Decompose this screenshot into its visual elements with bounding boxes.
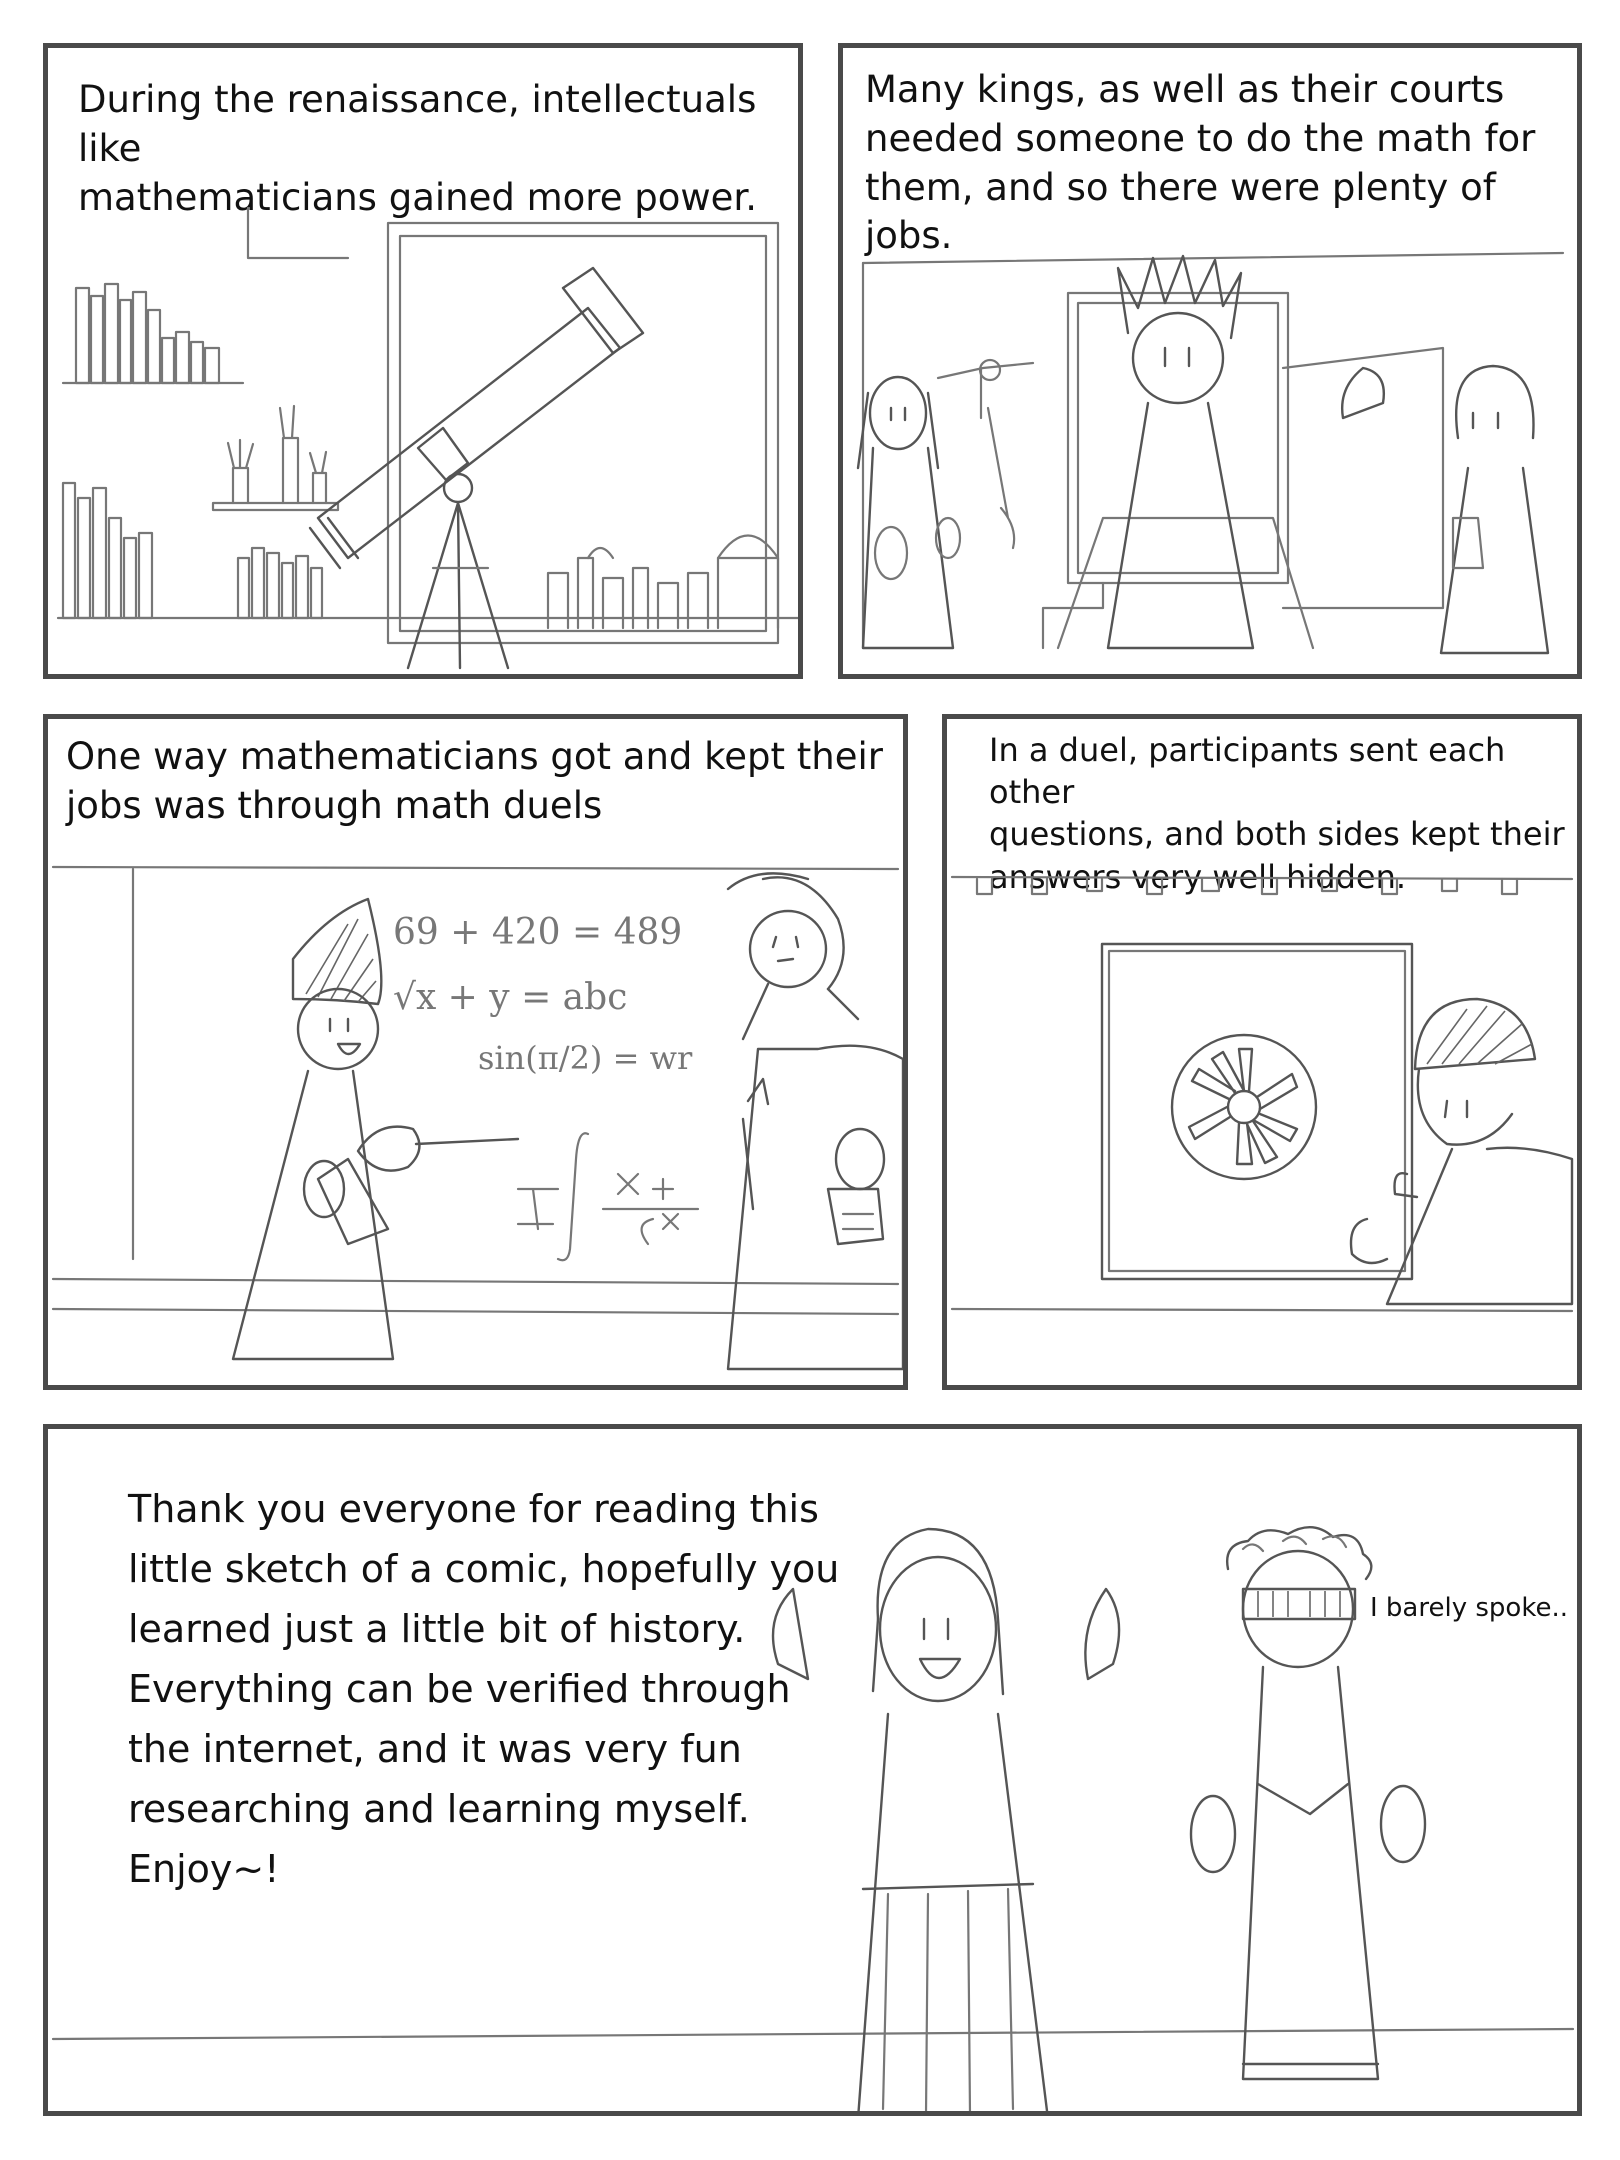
courtier-right — [1439, 364, 1550, 655]
quiet-figure — [1189, 1526, 1427, 2081]
blackboard-scene-sketch: 69 + 420 = 489 √x + y = abc sin(π/2) = w… — [51, 865, 903, 1371]
study-room-sketch — [56, 206, 798, 670]
author-figure — [771, 1527, 1121, 2111]
panel-kings-court: Many kings, as well as their courts need… — [838, 43, 1582, 679]
mathematician-left — [231, 897, 520, 1361]
author-characters-sketch — [51, 1526, 1575, 2111]
equation-2: √x + y = abc — [393, 977, 627, 1018]
books-top-icon — [74, 282, 221, 385]
courtier-left — [856, 375, 962, 650]
mathematician-right — [726, 872, 903, 1371]
panel-renaissance: During the renaissance, intellectuals li… — [43, 43, 803, 679]
vault-scene-sketch — [950, 875, 1574, 1313]
integral-sketch — [516, 1132, 700, 1262]
equation-1: 69 + 420 = 489 — [393, 912, 682, 953]
panel-thank-you: Thank you everyone for reading this litt… — [43, 1424, 1582, 2116]
panel-math-duel: One way mathematicians got and kept thei… — [43, 714, 908, 1390]
vault-door — [1100, 942, 1414, 1281]
throne-room-sketch — [856, 251, 1565, 655]
equation-3: sin(π/2) = wr — [478, 1039, 693, 1077]
panel-hidden-answers: In a duel, participants sent each other … — [942, 714, 1582, 1390]
guarding-figure — [1349, 997, 1574, 1306]
king-figure — [1106, 254, 1255, 650]
